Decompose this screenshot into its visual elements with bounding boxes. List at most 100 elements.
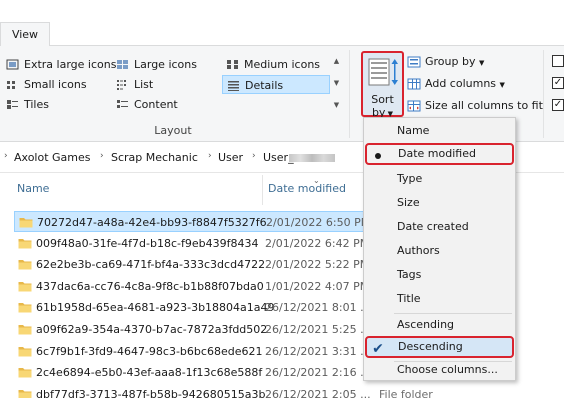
chevron-right-icon: › [252, 151, 256, 161]
add-columns-label: Add columns [425, 77, 497, 90]
layout-gallery-scroll[interactable]: ▲ ▼ ▼ [331, 55, 342, 113]
file-row[interactable]: 2c4e6894-e5b0-43ef-aaa8-1f13c68e588f 26/1… [14, 362, 371, 383]
medium-icons-icon [227, 60, 238, 69]
file-row[interactable]: 70272d47-a48a-42e4-bb93-f8847f5327f6 2/01… [14, 211, 370, 232]
menu-item-name[interactable]: Name [364, 120, 515, 142]
folder-icon [18, 303, 32, 313]
folder-icon [18, 346, 32, 357]
menu-item-label: Type [397, 172, 423, 185]
file-name: 62e2be3b-ca69-471f-bf4a-333c3dcd4722 [36, 258, 266, 272]
menu-item-label: Choose columns... [397, 363, 498, 376]
menu-item-type[interactable]: Type [364, 168, 515, 190]
file-date-modified: 2/01/2022 5:22 PM [265, 258, 370, 272]
layout-tiles[interactable]: Tiles [2, 95, 110, 114]
size-all-columns-button[interactable]: Size all columns to fit [406, 97, 543, 115]
layout-option-label: List [134, 78, 154, 91]
layout-details[interactable]: Details [222, 75, 330, 94]
chevron-right-icon: › [208, 151, 212, 161]
group-separator [349, 50, 350, 138]
menu-item-authors[interactable]: Authors [364, 240, 515, 262]
menu-item-choose-columns[interactable]: Choose columns... [364, 359, 515, 381]
menu-item-date-modified[interactable]: Date modified [365, 143, 514, 165]
menu-item-tags[interactable]: Tags [364, 264, 515, 286]
group-label-layout: Layout [154, 124, 192, 137]
layout-large-icons[interactable]: Large icons [112, 55, 220, 74]
file-row[interactable]: 61b1958d-65ea-4681-a923-3b18804a1a49 26/1… [14, 297, 371, 318]
sort-by-menu: Name Date modified Type Size Date create… [363, 117, 516, 381]
column-header-date-modified[interactable]: Date modified [268, 182, 346, 195]
list-icon [117, 80, 126, 90]
file-name: a09f62a9-354a-4370-b7ac-7872a3fdd502 [36, 323, 268, 336]
chevron-right-icon: › [4, 151, 8, 161]
tiles-icon [7, 100, 18, 109]
scroll-down-icon[interactable]: ▼ [332, 79, 341, 88]
file-name: 009f48a0-31fe-4f7d-b18c-f9eb439f8434 [36, 236, 259, 250]
breadcrumb-scrap-mechanic[interactable]: Scrap Mechanic [111, 151, 198, 164]
add-columns-button[interactable]: Add columns ▼ [406, 75, 505, 93]
menu-item-size[interactable]: Size [364, 192, 515, 214]
file-date-modified: 26/12/2021 8:01 ... [265, 301, 371, 315]
tab-view[interactable]: View [0, 22, 50, 47]
scroll-up-icon[interactable]: ▲ [332, 57, 341, 66]
file-row[interactable]: a09f62a9-354a-4370-b7ac-7872a3fdd502 26/1… [14, 319, 371, 340]
checkbox-item[interactable]: ✓ [552, 77, 564, 89]
expand-gallery-icon[interactable]: ▼ [332, 101, 341, 110]
size-all-columns-icon [407, 100, 421, 112]
file-name: 61b1958d-65ea-4681-a923-3b18804a1a49 [36, 301, 275, 315]
menu-item-title[interactable]: Title [364, 288, 515, 310]
chevron-down-icon: ▼ [499, 81, 505, 89]
redacted-username [289, 154, 335, 162]
menu-item-label: Tags [397, 268, 422, 281]
file-name: 2c4e6894-e5b0-43ef-aaa8-1f13c68e588f [36, 366, 263, 380]
layout-small-icons[interactable]: Small icons [2, 75, 110, 94]
layout-option-label: Details [245, 79, 284, 92]
menu-item-descending[interactable]: ✔ Descending [365, 336, 514, 358]
folder-icon [18, 325, 32, 335]
extra-large-icons-icon [6, 59, 19, 70]
layout-list[interactable]: List [112, 75, 220, 94]
size-all-columns-label: Size all columns to fit [425, 99, 543, 112]
file-date-modified: 1/01/2022 4:07 PM [265, 279, 370, 293]
chevron-right-icon: › [100, 151, 104, 161]
layout-medium-icons[interactable]: Medium icons [222, 55, 330, 74]
file-date-modified: 26/12/2021 2:05 ... [265, 387, 371, 398]
sort-by-label-1: Sort [371, 93, 394, 106]
add-columns-icon [407, 78, 421, 90]
layout-content[interactable]: Content [112, 95, 220, 114]
layout-option-label: Extra large icons [24, 58, 117, 71]
breadcrumb-axolot-games[interactable]: Axolot Games [14, 151, 91, 164]
layout-extra-large-icons[interactable]: Extra large icons [2, 55, 116, 74]
file-date-modified: 2/01/2022 6:42 PM [265, 236, 370, 250]
checkbox-item[interactable]: ✓ [552, 99, 564, 111]
file-row[interactable]: 62e2be3b-ca69-471f-bf4a-333c3dcd4722 2/01… [14, 254, 369, 275]
content-icon [117, 100, 128, 108]
menu-item-date-created[interactable]: Date created [364, 216, 515, 238]
menu-item-label: Ascending [397, 318, 455, 331]
column-divider[interactable] [262, 175, 263, 205]
menu-item-label: Size [397, 196, 420, 209]
column-header-name[interactable]: Name [17, 182, 49, 195]
menu-item-label: Date modified [398, 147, 476, 160]
file-row[interactable]: 009f48a0-31fe-4f7d-b18c-f9eb439f8434 2/01… [14, 233, 369, 254]
folder-icon [18, 260, 32, 270]
file-row[interactable]: 6c7f9b1f-3fd9-4647-98c3-b6bc68ede621 26/1… [14, 341, 371, 362]
ribbon-tab-strip: View [0, 0, 564, 47]
menu-item-label: Authors [397, 244, 440, 257]
group-by-label: Group by [425, 55, 476, 68]
file-row[interactable]: 437dac6a-cc76-4c8a-9f8c-b1b88f07bda0 1/01… [14, 276, 369, 297]
checkmark-icon: ✔ [372, 341, 384, 357]
folder-icon [18, 281, 32, 292]
checkbox-item[interactable] [552, 55, 564, 67]
file-date-modified: 26/12/2021 2:16 ... [265, 366, 371, 380]
group-by-button[interactable]: Group by ▼ [406, 53, 484, 71]
file-name: 70272d47-a48a-42e4-bb93-f8847f5327f6 [37, 216, 267, 229]
sort-by-button[interactable]: Sort by ▼ [361, 51, 404, 119]
group-by-icon [407, 56, 421, 68]
file-date-modified: 2/01/2022 6:50 PM [266, 216, 371, 229]
breadcrumb-user[interactable]: User [218, 151, 243, 164]
file-name: 437dac6a-cc76-4c8a-9f8c-b1b88f07bda0 [36, 279, 264, 293]
file-row[interactable]: dbf77df3-3713-487f-b58b-942680515a3b 26/1… [14, 384, 371, 398]
folder-icon [18, 368, 32, 378]
folder-icon [18, 389, 32, 398]
menu-item-ascending[interactable]: Ascending [364, 314, 515, 336]
